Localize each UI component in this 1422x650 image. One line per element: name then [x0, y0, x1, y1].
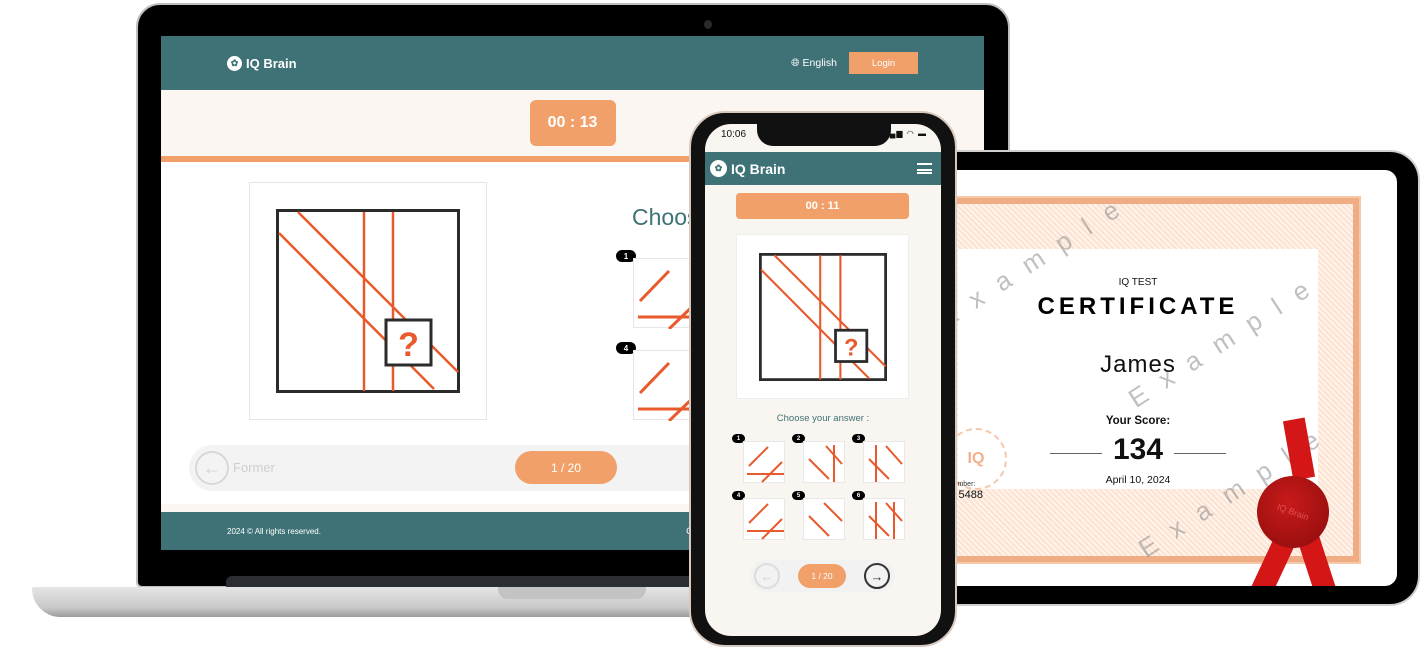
answer-option-3[interactable] — [863, 441, 905, 483]
option-image — [747, 503, 784, 540]
laptop-notch — [498, 587, 646, 599]
language-label: English — [802, 57, 837, 69]
hamburger-menu-icon[interactable] — [917, 163, 932, 174]
option-image — [868, 502, 903, 539]
puzzle-image: ? — [759, 253, 887, 381]
status-icons: ▂▄▆ ◠ ▬ — [883, 129, 927, 138]
wifi-icon: ◠ — [906, 129, 915, 138]
desktop-header: ✿ IQ Brain 🌐︎ English Login — [161, 36, 984, 90]
option-image — [868, 445, 903, 482]
mobile-screen: 10:06 ▂▄▆ ◠ ▬ ✿ IQ Brain 00 : 11 ? Choos… — [705, 124, 941, 636]
puzzle-card: ? — [249, 182, 487, 420]
certificate-border: IQ TEST CERTIFICATE James Your Score: 13… — [927, 185, 1361, 586]
brand-logo[interactable]: ✿ IQ Brain — [710, 160, 785, 177]
next-button[interactable]: → — [864, 563, 890, 589]
countdown-timer: 00 : 11 — [736, 193, 909, 219]
progress-indicator: 1 / 20 — [515, 451, 617, 484]
brand-name: IQ Brain — [731, 160, 786, 177]
score-rule-right — [1174, 453, 1226, 454]
status-time: 10:06 — [721, 129, 747, 140]
brand-logo[interactable]: ✿ IQ Brain — [227, 55, 297, 71]
language-selector[interactable]: 🌐︎ English — [791, 57, 837, 70]
tablet-frame: IQ TEST CERTIFICATE James Your Score: 13… — [905, 150, 1420, 606]
puzzle-card: ? — [736, 234, 909, 399]
mobile-header: ✿ IQ Brain — [705, 152, 941, 185]
laptop-camera — [704, 20, 712, 29]
battery-icon: ▬ — [918, 129, 927, 138]
copyright-text: 2024 © All rights reserved. — [227, 526, 321, 536]
previous-button[interactable]: ← — [754, 563, 780, 589]
phone-notch — [757, 124, 891, 146]
score-label: Your Score: — [1105, 415, 1171, 427]
question-pager: ← 1 / 20 → — [750, 560, 895, 592]
phone-frame: 10:06 ▂▄▆ ◠ ▬ ✿ IQ Brain 00 : 11 ? Choos… — [689, 111, 957, 647]
login-button[interactable]: Login — [849, 52, 918, 74]
missing-piece-mark: ? — [844, 335, 858, 361]
arrow-left-icon: ← — [203, 457, 221, 478]
brain-icon: ✿ — [227, 55, 242, 71]
option-image — [808, 445, 843, 482]
brand-name: IQ Brain — [246, 55, 297, 71]
arrow-right-icon: → — [870, 568, 884, 584]
globe-icon: 🌐︎ — [791, 56, 800, 69]
desktop-nav: 🌐︎ English Login — [791, 52, 918, 74]
puzzle-image: ? — [276, 209, 460, 393]
option-image — [747, 446, 784, 483]
answer-option-2[interactable] — [803, 441, 845, 483]
answer-option-4[interactable] — [743, 498, 785, 540]
countdown-timer: 00 : 13 — [529, 100, 616, 146]
arrow-left-icon: ← — [760, 568, 774, 584]
progress-indicator: 1 / 20 — [798, 564, 846, 588]
option-image — [808, 502, 843, 537]
recipient-name: James — [1100, 351, 1176, 378]
previous-label[interactable]: Former — [233, 460, 275, 475]
previous-button[interactable]: ← — [195, 451, 229, 485]
certificate-screen: IQ TEST CERTIFICATE James Your Score: 13… — [927, 170, 1397, 586]
answer-option-6[interactable] — [863, 498, 905, 540]
missing-piece-mark: ? — [398, 326, 419, 364]
answer-option-1[interactable] — [743, 441, 785, 483]
signal-icon: ▂▄▆ — [882, 129, 904, 138]
answer-option-5[interactable] — [803, 498, 845, 540]
choose-answer-title: Choose your answer : — [776, 413, 870, 424]
brain-icon: ✿ — [710, 160, 727, 177]
